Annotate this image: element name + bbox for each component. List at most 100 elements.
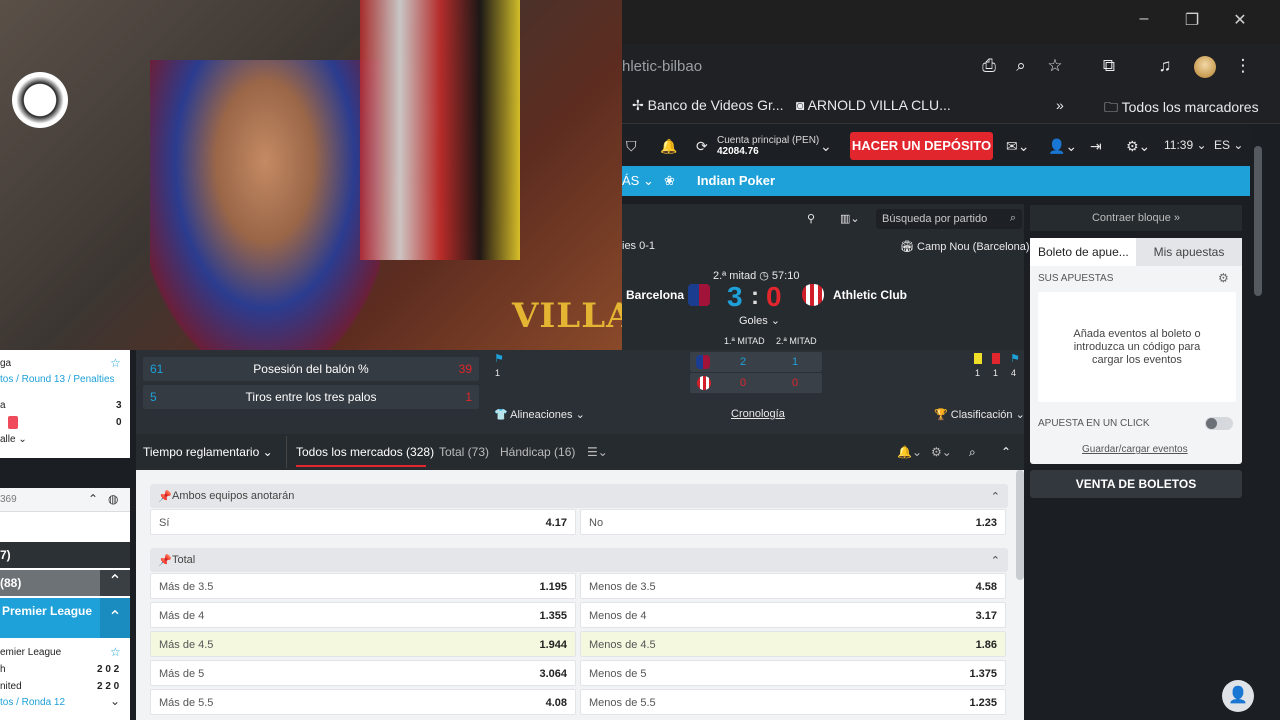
more-tabs-icon[interactable]: ☰⌄ bbox=[587, 445, 608, 459]
time-display[interactable]: 11:39 ⌄ bbox=[1164, 138, 1207, 152]
odds-cell-highlighted[interactable]: Menos de 4.5 1.86 bbox=[580, 631, 1006, 657]
away-team[interactable]: Athletic Club bbox=[833, 288, 907, 302]
bookmark-1[interactable]: ✢ Banco de Videos Gr... bbox=[632, 97, 784, 114]
star-icon[interactable]: ☆ bbox=[1042, 56, 1068, 76]
collapse-icon[interactable]: ⌃ bbox=[88, 492, 98, 506]
odds-cell[interactable]: Más de 3.5 1.195 bbox=[150, 573, 576, 599]
media-icon[interactable]: ♫ bbox=[1152, 56, 1178, 76]
tab-all-markets[interactable]: Todos los mercados (328) bbox=[296, 445, 434, 459]
zoom-icon[interactable]: ⌕ bbox=[1008, 56, 1034, 76]
account-info[interactable]: Cuenta principal (PEN) 42084.76 bbox=[717, 135, 819, 157]
odds-value: 1.944 bbox=[539, 639, 567, 651]
chart-icon[interactable]: ▥⌄ bbox=[840, 212, 860, 225]
search-icon[interactable]: ⌕ bbox=[969, 445, 976, 460]
save-load-link[interactable]: Guardar/cargar eventos bbox=[1082, 444, 1188, 455]
favorite-star-icon[interactable]: ☆ bbox=[110, 356, 121, 370]
bell-icon[interactable]: 🔔⌄ bbox=[897, 445, 922, 459]
close-icon[interactable]: ✕ bbox=[1220, 10, 1260, 30]
mail-icon[interactable]: ✉⌄ bbox=[1006, 138, 1029, 155]
match-period: 2.ª mitad ◷ 57:10 bbox=[713, 270, 800, 282]
odds-value: 4.58 bbox=[975, 581, 997, 593]
odds-cell[interactable]: No 1.23 bbox=[580, 509, 1006, 535]
sidebar-score: 0 bbox=[116, 417, 122, 428]
sidebar-section[interactable] bbox=[0, 542, 130, 568]
logout-icon[interactable]: ⇥ bbox=[1090, 138, 1102, 155]
tab-total[interactable]: Total (73) bbox=[439, 445, 489, 459]
one-click-toggle[interactable] bbox=[1205, 417, 1233, 430]
goals-select[interactable]: Goles ⌄ bbox=[739, 314, 780, 327]
timeline-link[interactable]: Cronología bbox=[731, 408, 785, 420]
odds-cell[interactable]: Menos de 3.5 4.58 bbox=[580, 573, 1006, 599]
lineups-button[interactable]: 👕 Alineaciones ⌄ bbox=[494, 408, 585, 421]
venue: 🏟 Camp Nou (Barcelona) bbox=[900, 241, 1030, 253]
odds-cell-highlighted[interactable]: Más de 4.5 1.944 bbox=[150, 631, 576, 657]
collapse-icon[interactable]: ⌃ bbox=[1001, 445, 1011, 459]
odds-cell[interactable]: Más de 5.5 4.08 bbox=[150, 689, 576, 715]
install-icon[interactable]: ⎙ bbox=[976, 56, 1002, 76]
tab-betslip[interactable]: Boleto de apue... bbox=[1030, 238, 1136, 266]
favorite-star-icon[interactable]: ☆ bbox=[110, 645, 121, 659]
sidebar-details[interactable]: alle ⌄ bbox=[0, 434, 130, 445]
deposit-button[interactable]: HACER UN DEPÓSITO bbox=[850, 132, 993, 160]
sell-tickets-button[interactable]: VENTA DE BOLETOS bbox=[1030, 470, 1242, 498]
all-bookmarks[interactable]: 🗀 Todos los marcadores bbox=[1104, 97, 1259, 121]
notification-icon[interactable]: 🔔 bbox=[660, 138, 677, 155]
h1-away: 0 bbox=[740, 377, 747, 389]
chevron-down-icon[interactable]: ⌄ bbox=[110, 694, 120, 708]
sidebar-breadcrumb[interactable]: tos / Round 13 / Penalties bbox=[0, 374, 130, 385]
yellow-card-icon bbox=[974, 353, 982, 364]
nav-partial[interactable]: ÁS ⌄ bbox=[622, 173, 654, 189]
bookmarks-overflow-icon[interactable]: » bbox=[1056, 97, 1064, 113]
tab-my-bets[interactable]: Mis apuestas bbox=[1136, 238, 1242, 266]
market-group-header[interactable]: 📌 Total ⌃ bbox=[150, 548, 1008, 572]
odds-cell[interactable]: Menos de 4 3.17 bbox=[580, 602, 1006, 628]
tab-regulation-time[interactable]: Tiempo reglamentario ⌄ bbox=[143, 445, 273, 459]
user-icon[interactable]: 👤⌄ bbox=[1048, 138, 1077, 155]
globe-icon[interactable]: ◍ bbox=[108, 492, 118, 506]
corner-count: 4 bbox=[1011, 368, 1017, 378]
refresh-icon[interactable]: ⟳ bbox=[696, 138, 708, 155]
extensions-icon[interactable]: ⧉ bbox=[1096, 56, 1122, 76]
restore-icon[interactable]: ❐ bbox=[1172, 10, 1212, 30]
stadium-icon[interactable]: ⚲ bbox=[807, 212, 815, 225]
folder-icon: 🗀 bbox=[1104, 99, 1122, 115]
shield-icon[interactable]: ⛉ bbox=[626, 138, 637, 155]
chat-icon[interactable]: 👤 bbox=[1222, 680, 1254, 712]
odds-label: Menos de 4.5 bbox=[589, 639, 656, 651]
url-text[interactable]: hletic-bilbao bbox=[622, 58, 702, 75]
tab-handicap[interactable]: Hándicap (16) bbox=[500, 445, 575, 459]
your-bets-label: SUS APUESTAS bbox=[1038, 273, 1114, 284]
odds-label: Menos de 5 bbox=[589, 668, 647, 680]
standings-button[interactable]: 🏆 Clasificación ⌄ bbox=[934, 408, 1025, 421]
menu-icon[interactable]: ⋮ bbox=[1230, 56, 1256, 76]
minimize-icon[interactable]: – bbox=[1124, 10, 1164, 28]
odds-value: 1.375 bbox=[969, 668, 997, 680]
chevron-down-icon[interactable]: ⌄ bbox=[820, 138, 832, 155]
chevron-up-icon[interactable]: ⌃ bbox=[100, 598, 130, 638]
odds-value: 1.235 bbox=[969, 697, 997, 709]
odds-cell[interactable]: Sí 4.17 bbox=[150, 509, 576, 535]
odds-cell[interactable]: Más de 5 3.064 bbox=[150, 660, 576, 686]
market-group-header[interactable]: 📌 Ambos equipos anotarán ⌃ bbox=[150, 484, 1008, 508]
bookmark-2[interactable]: ◙ ARNOLD VILLA CLU... bbox=[796, 97, 951, 113]
settings-icon[interactable]: ⚙ bbox=[1218, 271, 1229, 285]
h1-home: 2 bbox=[740, 356, 747, 368]
odds-cell[interactable]: Menos de 5 1.375 bbox=[580, 660, 1006, 686]
odds-cell[interactable]: Más de 4 1.355 bbox=[150, 602, 576, 628]
scrollbar[interactable] bbox=[1254, 146, 1262, 296]
settings-icon[interactable]: ⚙⌄ bbox=[1126, 138, 1150, 155]
language-select[interactable]: ES ⌄ bbox=[1214, 138, 1243, 152]
chevron-up-icon: ⌃ bbox=[990, 491, 1000, 503]
scrollbar[interactable] bbox=[1016, 470, 1024, 580]
nav-indian-poker[interactable]: Indian Poker bbox=[697, 173, 775, 188]
lotus-icon: ❀ bbox=[664, 173, 675, 188]
collapse-block-button[interactable]: Contraer bloque » bbox=[1030, 205, 1242, 231]
odds-label: Más de 4.5 bbox=[159, 639, 214, 651]
half2-label: 2.ª MITAD bbox=[776, 336, 817, 346]
chevron-up-icon[interactable]: ⌃ bbox=[100, 570, 130, 596]
match-search-input[interactable]: Búsqueda por partido ⌕ bbox=[876, 209, 1022, 229]
settings-icon[interactable]: ⚙⌄ bbox=[931, 445, 952, 459]
home-team[interactable]: Barcelona bbox=[626, 288, 684, 302]
profile-avatar[interactable] bbox=[1194, 56, 1216, 78]
odds-cell[interactable]: Menos de 5.5 1.235 bbox=[580, 689, 1006, 715]
